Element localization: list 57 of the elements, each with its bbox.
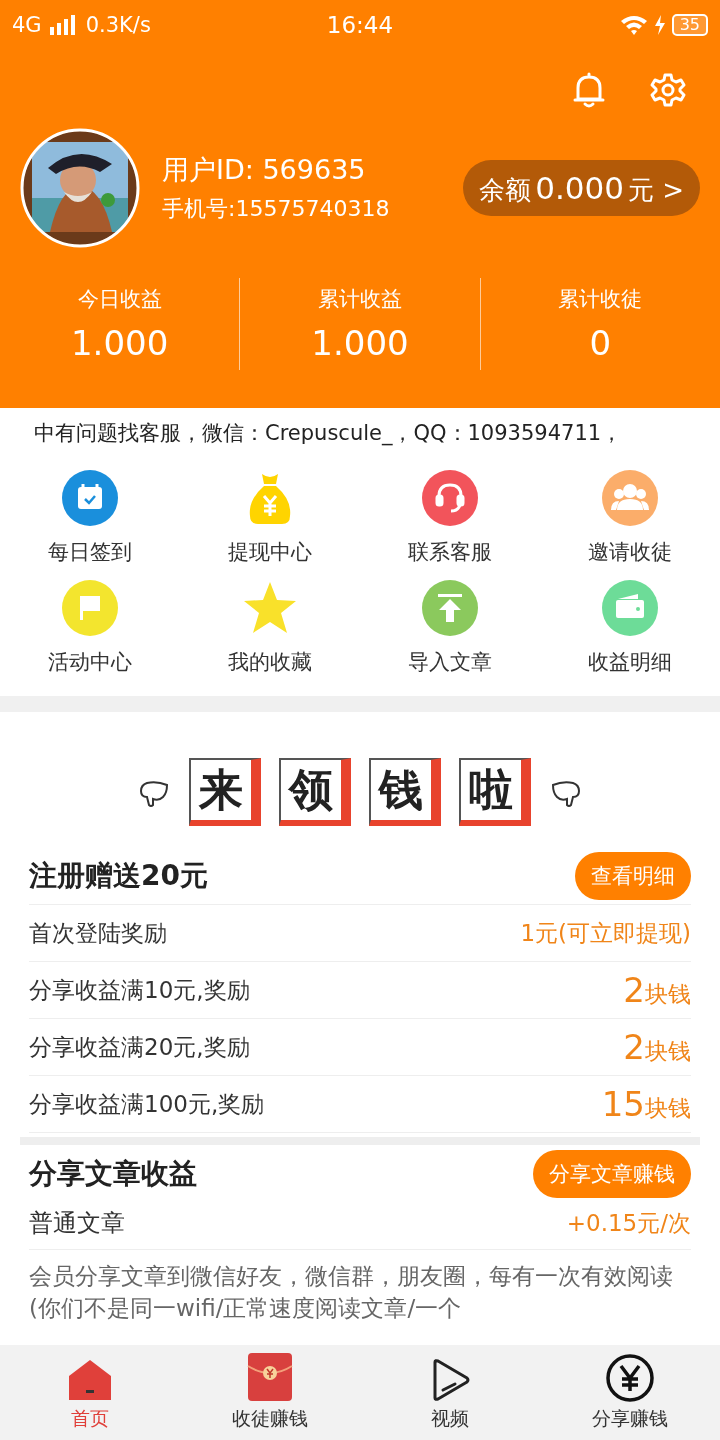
menu-icon[interactable]: [62, 470, 118, 526]
reward-label: 首次登陆奖励: [29, 918, 167, 948]
reward-amount: 2块钱: [623, 1027, 691, 1067]
menu-label[interactable]: 导入文章: [408, 648, 492, 676]
signal-icon: [49, 15, 78, 35]
menu-icon[interactable]: [422, 580, 478, 636]
menu-label[interactable]: 我的收藏: [228, 648, 312, 676]
phone-number: 手机号:15575740318: [162, 195, 390, 223]
tab[interactable]: 视频: [360, 1345, 540, 1440]
stat-value: 1.000: [311, 323, 409, 363]
home-icon: [67, 1358, 113, 1402]
stat-value: 0: [589, 323, 612, 363]
tab[interactable]: 首页: [0, 1345, 180, 1440]
menu-label[interactable]: 活动中心: [48, 648, 132, 676]
section-title: 分享文章收益: [29, 1156, 197, 1192]
envelope-icon: [247, 1352, 293, 1402]
stat-value: 1.000: [71, 323, 169, 363]
menu-label[interactable]: 邀请收徒: [588, 538, 672, 566]
menu-icon[interactable]: [422, 470, 478, 526]
reward-label: 分享收益满10元,奖励: [29, 975, 250, 1005]
section-title: 注册赠送20元: [29, 858, 208, 894]
menu-label[interactable]: 提现中心: [228, 538, 312, 566]
notice-text: 中有问题找客服，微信：Crepuscule_，QQ：1093594711，: [34, 420, 623, 447]
clock: 16:44: [325, 12, 395, 38]
stat-label: 今日收益: [77, 286, 162, 313]
tab[interactable]: 分享赚钱: [540, 1345, 720, 1440]
menu-icon[interactable]: [602, 470, 658, 526]
network-speed: 0.3K/s: [85, 13, 151, 37]
charging-icon: [653, 15, 666, 35]
reward-label: 分享收益满20元,奖励: [29, 1032, 250, 1062]
network-type: 4G: [12, 13, 42, 37]
description-text: 会员分享文章到微信好友，微信群，朋友圈，每有一次有效阅读(你们不是同一wifi/正常速度阅读文章/一个: [29, 1262, 674, 1323]
battery-level: 35: [679, 15, 700, 34]
reward-label: 分享收益满100元,奖励: [29, 1089, 265, 1119]
balance-button[interactable]: 余额 0.000 元 >: [463, 160, 700, 216]
user-id: 用户ID: 569635: [162, 153, 367, 187]
wifi-icon: [619, 14, 648, 36]
notification-bell-icon[interactable]: [572, 72, 606, 108]
menu-label[interactable]: 每日签到: [48, 538, 132, 566]
character-tile: 来: [189, 758, 261, 826]
character-tile: 钱: [369, 758, 441, 826]
reward-rate: +0.15元/次: [566, 1208, 691, 1238]
stat-label: 累计收益: [318, 286, 402, 313]
article-type: 普通文章: [29, 1208, 125, 1239]
stat-label: 累计收徒: [558, 286, 643, 313]
reward-amount: 15块钱: [601, 1084, 691, 1124]
character-tile: 领: [279, 758, 351, 826]
menu-icon[interactable]: [602, 580, 658, 636]
settings-icon[interactable]: [650, 72, 686, 108]
menu-label[interactable]: 联系客服: [408, 538, 492, 566]
tab[interactable]: 收徒赚钱: [180, 1345, 360, 1440]
reward-amount: 1元(可立即提现): [520, 918, 691, 948]
menu-label[interactable]: 收益明细: [588, 648, 672, 676]
yuan-coin-icon: [606, 1354, 654, 1402]
character-tile: 啦: [459, 758, 531, 826]
star-icon[interactable]: [242, 580, 298, 636]
reward-amount: 2块钱: [623, 970, 691, 1010]
